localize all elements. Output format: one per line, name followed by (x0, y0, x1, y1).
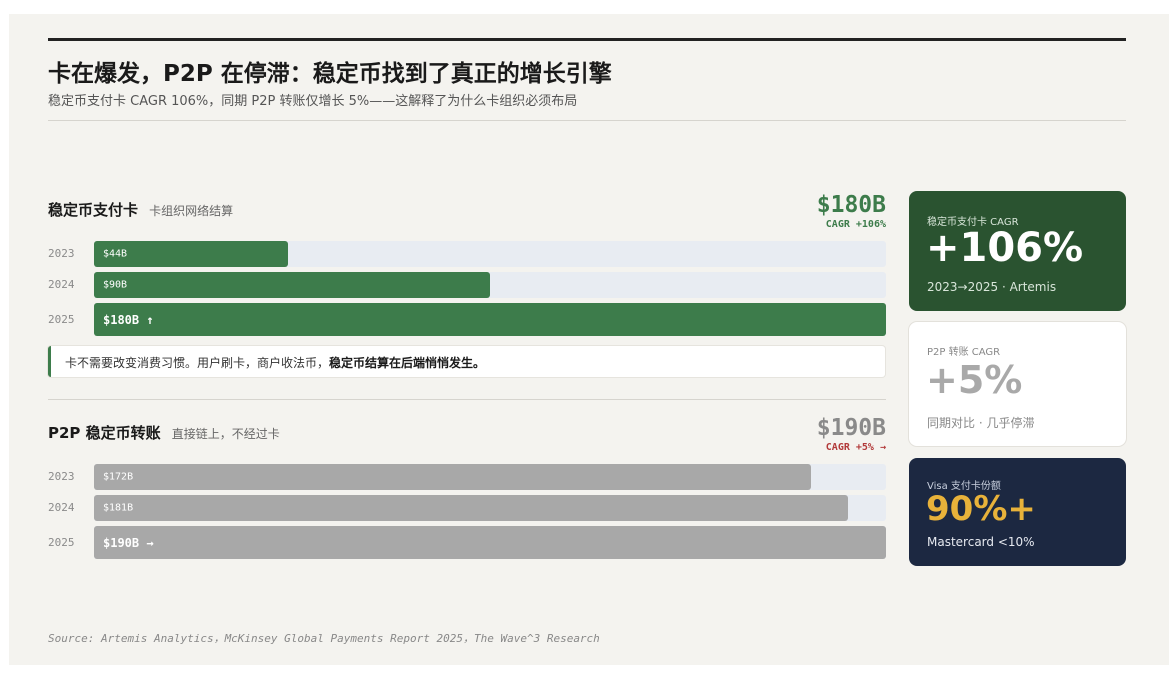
card-section-heading: 稳定币支付卡 卡组织网络结算 (48, 199, 233, 220)
card-total-value: $180B (816, 192, 886, 218)
p2p-cagr-kpi: P2P 转账 CAGR +5% 同期对比 · 几乎停滞 (909, 322, 1126, 446)
kpi-value: +5% (926, 358, 1023, 402)
bar-track: $172B (94, 464, 886, 490)
header-divider (48, 120, 1126, 121)
bar-value-label: $44B (103, 248, 128, 260)
year-label: 2025 (48, 313, 75, 326)
kpi-label: P2P 转账 CAGR (927, 347, 1001, 358)
bar-track: $44B (94, 241, 886, 267)
bar-track: $180B ↑ (94, 303, 886, 336)
year-label: 2023 (48, 470, 75, 483)
p2p-cagr-tag: CAGR +5% → (825, 442, 886, 453)
bar-row: 2023 $44B (48, 241, 886, 267)
bar: $44B (94, 241, 288, 267)
bar-row: 2023 $172B (48, 464, 886, 490)
bar: $181B (94, 495, 849, 521)
year-label: 2024 (48, 501, 75, 514)
bar: $172B (94, 464, 811, 490)
kpi-footnote: 2023→2025 · Artemis (927, 280, 1057, 294)
p2p-section-heading: P2P 稳定币转账 直接链上，不经过卡 (48, 422, 280, 443)
bar: $180B ↑ (94, 303, 886, 336)
page-subtitle: 稳定币支付卡 CAGR 106%，同期 P2P 转账仅增长 5%——这解释了为什… (48, 94, 578, 109)
bar-value-label: $190B → (103, 535, 154, 550)
year-label: 2025 (48, 536, 75, 549)
card-section-subtitle: 卡组织网络结算 (149, 204, 234, 218)
bar-track: $181B (94, 495, 886, 521)
section-divider (48, 399, 886, 400)
bar-track: $190B → (94, 526, 886, 559)
card-section-title: 稳定币支付卡 (48, 201, 139, 219)
page-title: 卡在爆发，P2P 在停滞：稳定币找到了真正的增长引擎 (48, 61, 612, 87)
year-label: 2024 (48, 278, 75, 291)
card-cagr-kpi: 稳定币支付卡 CAGR +106% 2023→2025 · Artemis (909, 191, 1126, 311)
bar: $190B → (94, 526, 886, 559)
bar: $90B (94, 272, 490, 298)
bar-value-label: $180B ↑ (103, 312, 154, 327)
callout-text: 卡不需要改变消费习惯。用户刷卡，商户收法币，稳定币结算在后端悄悄发生。 (65, 354, 485, 371)
source-note: Source: Artemis Analytics，McKinsey Globa… (48, 632, 600, 645)
bar-value-label: $90B (103, 279, 128, 291)
callout-body: 卡不需要改变消费习惯。用户刷卡，商户收法币， (65, 356, 330, 370)
top-rule (48, 38, 1126, 41)
bar-row: 2025 $180B ↑ (48, 303, 886, 336)
bar-row: 2025 $190B → (48, 526, 886, 559)
p2p-section-title: P2P 稳定币转账 (48, 424, 161, 442)
visa-share-kpi: Visa 支付卡份额 90%+ Mastercard <10% (909, 458, 1126, 566)
card-cagr-tag: CAGR +106% (825, 219, 886, 230)
year-label: 2023 (48, 247, 75, 260)
insight-callout: 卡不需要改变消费习惯。用户刷卡，商户收法币，稳定币结算在后端悄悄发生。 (48, 346, 885, 377)
bar-track: $90B (94, 272, 886, 298)
kpi-value: +106% (926, 225, 1084, 271)
p2p-section-subtitle: 直接链上，不经过卡 (171, 427, 280, 441)
kpi-footnote: Mastercard <10% (927, 535, 1035, 549)
kpi-value: 90%+ (926, 489, 1036, 529)
bar-row: 2024 $90B (48, 272, 886, 298)
report-canvas: 卡在爆发，P2P 在停滞：稳定币找到了真正的增长引擎 稳定币支付卡 CAGR 1… (9, 14, 1169, 665)
bar-value-label: $181B (103, 502, 134, 514)
p2p-total-value: $190B (816, 415, 886, 441)
bar-value-label: $172B (103, 471, 134, 483)
bar-row: 2024 $181B (48, 495, 886, 521)
callout-emphasis: 稳定币结算在后端悄悄发生。 (329, 356, 486, 370)
kpi-footnote: 同期对比 · 几乎停滞 (927, 416, 1035, 430)
